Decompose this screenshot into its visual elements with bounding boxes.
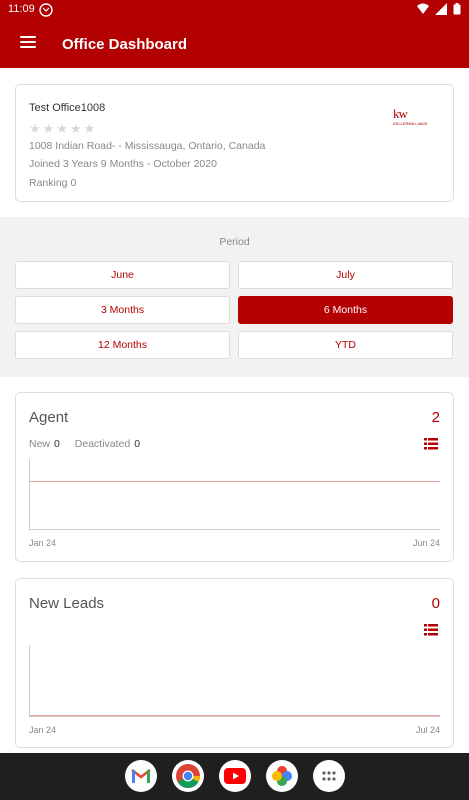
- agent-chart: [29, 459, 440, 530]
- status-time: 11:09: [8, 3, 35, 15]
- period-july-button[interactable]: July: [238, 261, 453, 289]
- leads-chart-line: [30, 715, 440, 716]
- period-12-months-button[interactable]: 12 Months: [15, 331, 230, 359]
- youtube-icon[interactable]: [219, 760, 251, 792]
- period-label: Period: [219, 236, 250, 248]
- signal-icon: [435, 3, 447, 15]
- page-title: Office Dashboard: [62, 36, 188, 53]
- leads-chart: [29, 645, 440, 717]
- office-address: 1008 Indian Road- - Mississauga, Ontario…: [29, 140, 266, 152]
- new-leads-card: New Leads 0 Jan 24 Jul 24: [15, 578, 454, 748]
- list-view-icon[interactable]: [424, 624, 438, 636]
- wifi-icon: [417, 3, 429, 14]
- list-view-icon[interactable]: [424, 438, 438, 450]
- leads-count: 0: [431, 595, 440, 612]
- gmail-icon[interactable]: [125, 760, 157, 792]
- leads-x-end: Jul 24: [415, 725, 440, 735]
- new-label: New: [29, 438, 51, 450]
- leads-title: New Leads: [29, 595, 105, 612]
- deactivated-label: Deactivated: [74, 438, 131, 450]
- office-joined: Joined 3 Years 9 Months - October 2020: [29, 158, 217, 170]
- chrome-icon[interactable]: [172, 760, 204, 792]
- agent-x-start: Jan 24: [29, 538, 57, 548]
- gmail-notification-icon: [39, 3, 53, 17]
- hamburger-menu-icon[interactable]: [20, 36, 36, 50]
- keller-williams-logo: kw KELLERWILLIAMS: [393, 106, 428, 126]
- agent-x-end: Jun 24: [412, 538, 440, 548]
- photos-icon[interactable]: [266, 760, 298, 792]
- period-june-button[interactable]: June: [15, 261, 230, 289]
- period-selector: Period June July 3 Months 6 Months 12 Mo…: [0, 217, 469, 377]
- agent-card: Agent 2 New 0 Deactivated 0 Jan 24 Jun 24: [15, 392, 454, 562]
- app-drawer-icon[interactable]: [313, 760, 345, 792]
- status-bar: 11:09: [0, 0, 469, 20]
- period-3-months-button[interactable]: 3 Months: [15, 296, 230, 324]
- period-ytd-button[interactable]: YTD: [238, 331, 453, 359]
- app-bar: Office Dashboard: [0, 20, 469, 68]
- agent-count: 2: [431, 409, 440, 426]
- rating-stars: ★★★★★: [29, 121, 98, 136]
- office-ranking: Ranking 0: [29, 177, 77, 189]
- agent-chart-line: [30, 481, 440, 482]
- battery-icon: [453, 3, 461, 15]
- leads-x-start: Jan 24: [29, 725, 57, 735]
- agent-sub-stats: New 0 Deactivated 0: [29, 438, 152, 450]
- app-dock: [0, 753, 469, 800]
- office-info-card: Test Office1008 ★★★★★ 1008 Indian Road- …: [15, 84, 454, 202]
- agent-title: Agent: [29, 409, 69, 426]
- office-name: Test Office1008: [29, 102, 106, 114]
- new-value: 0: [54, 438, 60, 450]
- period-6-months-button[interactable]: 6 Months: [238, 296, 453, 324]
- deactivated-value: 0: [134, 438, 141, 450]
